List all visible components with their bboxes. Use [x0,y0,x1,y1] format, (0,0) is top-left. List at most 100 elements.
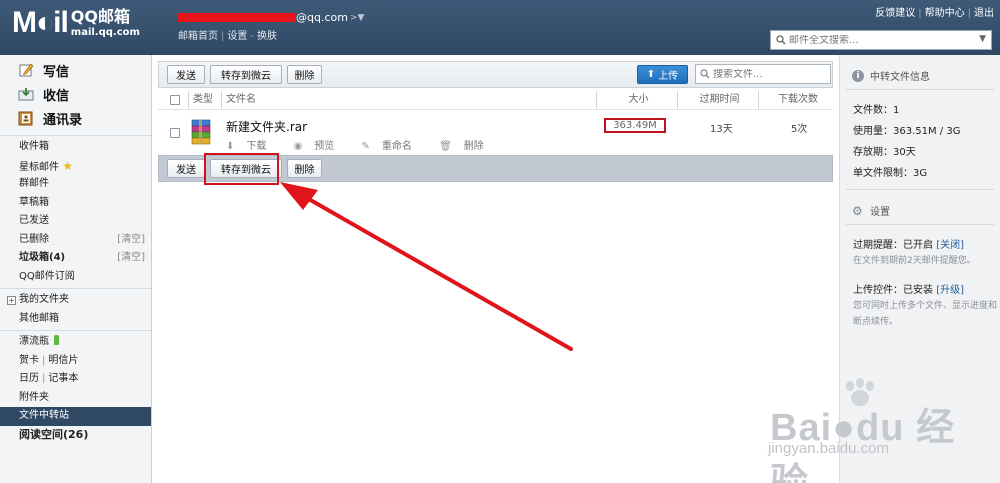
link-mail-home[interactable]: 邮箱首页 [178,31,218,42]
compose-button[interactable]: 写信 [17,58,151,82]
empty-spam-link[interactable]: [清空] [117,249,145,268]
link-postcard[interactable]: 明信片 [48,355,78,366]
link-settings[interactable]: 设置 [227,31,247,42]
sidebar-item-drafts[interactable]: 草稿箱 [0,194,151,213]
send-button-bottom[interactable]: 发送 [167,159,205,178]
upload-plugin-status: 上传控件：已安装 [升级] [853,285,964,296]
link-feedback[interactable]: 反馈建议 [875,8,915,19]
sidebar-item-reading-space[interactable]: 阅读空间(26) [0,426,151,445]
settings-title: ⚙ 设置 [852,203,890,219]
table-row[interactable]: 新建文件夹.rar ⬇ 下载 ◉ 预览 ✎ 重命名 🗑 删除 363.49M 13天 5… [158,111,833,155]
retention-period: 存放期：30天 [853,147,916,158]
mail-search-box: ▼ [770,30,992,50]
mail-search-input[interactable] [789,34,969,46]
expand-plus-icon[interactable]: + [7,296,16,305]
transfer-info-title: i 中转文件信息 [852,68,930,83]
header-links: 邮箱首页 | 设置 - 换肤 [178,31,277,42]
top-right-links: 反馈建议 | 帮助中心 | 退出 [875,8,994,19]
download-action[interactable]: ⬇ 下载 [226,141,278,152]
rename-action[interactable]: ✎ 重命名 [362,141,424,152]
search-icon [700,69,710,79]
expire-reminder-note: 在文件到期前2天邮件提醒您。 [853,256,976,266]
eye-icon: ◉ [293,141,303,152]
receive-label: 收信 [43,88,70,104]
file-expire: 13天 [710,124,733,135]
file-size: 363.49M [604,118,666,133]
storage-usage: 使用量：363.51M / 3G [853,126,961,137]
pencil-icon [17,62,34,78]
row-checkbox[interactable] [170,128,180,138]
delete-button[interactable]: 删除 [287,65,322,84]
delete-button-bottom[interactable]: 删除 [287,159,322,178]
sidebar-divider [0,288,151,289]
file-name-link[interactable]: 新建文件夹.rar [226,118,307,135]
empty-deleted-link[interactable]: [清空] [117,231,145,250]
address-book-icon [17,110,34,126]
column-expire[interactable]: 过期时间 [677,91,757,109]
select-all-checkbox[interactable] [170,95,180,105]
contacts-button[interactable]: 通讯录 [17,106,151,130]
sidebar-item-deleted[interactable]: 已删除 [清空] [0,231,151,250]
upload-arrow-icon: ⬆ [646,69,656,80]
save-to-cloud-button[interactable]: 转存到微云 [210,65,282,84]
pencil-icon: ✎ [361,141,370,152]
disable-reminder-link[interactable]: [关闭] [936,240,964,251]
sidebar-item-drift-bottle[interactable]: 漂流瓶 [0,333,151,352]
file-table-header: 类型 文件名 大小 过期时间 下载次数 [158,91,833,110]
expire-reminder: 过期提醒：已开启 [关闭] [853,240,964,251]
panel-divider [846,224,994,225]
sidebar-item-group-mail[interactable]: 群邮件 [0,175,151,194]
link-help-center[interactable]: 帮助中心 [925,8,965,19]
sidebar-item-starred[interactable]: 星标邮件 ★ [0,157,151,176]
contacts-label: 通讯录 [43,112,83,128]
sidebar-item-qq-subscription[interactable]: QQ邮件订阅 [0,268,151,287]
file-actions: ⬇ 下载 ◉ 预览 ✎ 重命名 🗑 删除 [226,137,508,152]
preview-action[interactable]: ◉ 预览 [294,141,347,152]
sidebar-item-attachments[interactable]: 附件夹 [0,389,151,408]
link-logout[interactable]: 退出 [974,8,994,19]
annotation-highlight-box [204,153,279,185]
receive-button[interactable]: 收信 [17,82,151,106]
file-search-input[interactable] [713,68,823,80]
link-calendar[interactable]: 日历 [19,373,39,384]
upload-plugin-note: 您可同时上传多个文件、显示进度和断点续传。 [853,301,998,327]
sidebar-item-sent[interactable]: 已发送 [0,212,151,231]
qq-mail-logo[interactable]: M◐il QQ邮箱 mail.qq.com [12,8,140,39]
file-search-box [695,64,831,84]
account-dropdown-icon[interactable]: >▼ [350,13,364,23]
compose-label: 写信 [43,64,70,80]
logo-mail-text: M◐il [12,6,69,39]
logo-qq-mail-cn: QQ邮箱 [70,7,130,26]
watermark-url: jingyan.baidu.com [768,440,889,457]
redacted-account-name [178,13,296,22]
file-count: 文件数：1 [853,105,900,116]
panel-divider [846,89,994,90]
sidebar-item-my-folders[interactable]: + 我的文件夹 [0,291,151,310]
link-notebook[interactable]: 记事本 [48,373,78,384]
sidebar-item-spam[interactable]: 垃圾箱(4) [清空] [0,249,151,268]
sidebar-item-file-transfer[interactable]: 文件中转站 [0,407,151,426]
column-file-name[interactable]: 文件名 [221,91,256,109]
account-switcher[interactable]: @qq.com >▼ [178,11,364,24]
sidebar-item-card-postcard: 贺卡 | 明信片 [19,354,79,366]
column-size[interactable]: 大小 [596,91,676,109]
inbox-receive-icon [17,86,34,102]
rar-archive-icon [191,119,211,145]
upgrade-plugin-link[interactable]: [升级] [936,285,964,296]
upload-button[interactable]: ⬆ 上传 [637,65,688,84]
single-file-limit: 单文件限制：3G [853,168,928,179]
info-icon: i [852,69,864,82]
sidebar-item-inbox[interactable]: 收件箱 [0,138,151,157]
sidebar-item-other-mailboxes[interactable]: 其他邮箱 [0,310,151,329]
search-dropdown-icon[interactable]: ▼ [979,34,986,44]
send-button[interactable]: 发送 [167,65,205,84]
sidebar: 写信 收信 通讯录 收件箱 星标邮件 ★ 群邮件 草稿箱 已发送 已删除 [清空]… [0,55,152,483]
column-downloads[interactable]: 下载次数 [758,91,833,109]
bottle-icon [54,335,59,345]
link-card[interactable]: 贺卡 [19,355,39,366]
trash-icon: 🗑 [439,141,452,152]
search-icon [776,35,786,45]
delete-action[interactable]: 🗑 删除 [439,141,496,152]
link-change-skin[interactable]: 换肤 [257,31,277,42]
column-type[interactable]: 类型 [188,91,213,109]
